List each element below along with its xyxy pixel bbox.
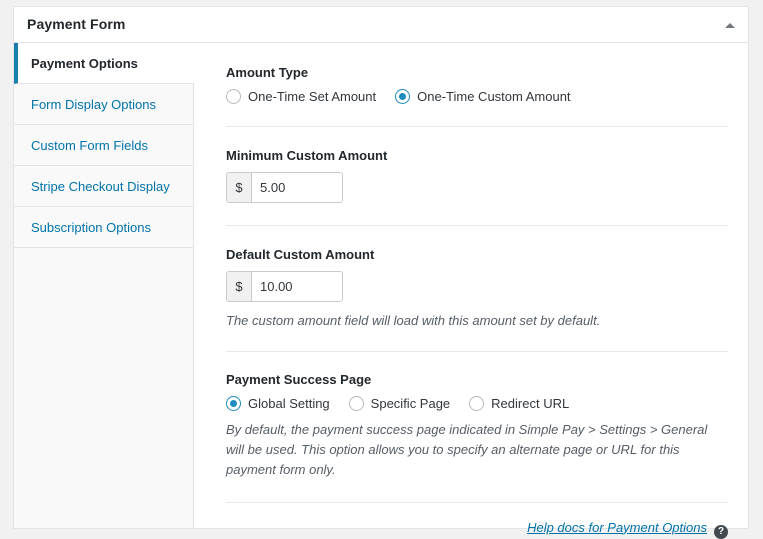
default-custom-amount-input[interactable] bbox=[252, 272, 342, 301]
default-custom-amount-heading: Default Custom Amount bbox=[226, 247, 728, 262]
radio-indicator[interactable] bbox=[226, 396, 241, 411]
radio-indicator[interactable] bbox=[226, 89, 241, 104]
currency-symbol-addon: $ bbox=[227, 173, 252, 202]
metabox-body: Payment Options Form Display Options Cus… bbox=[14, 43, 748, 528]
radio-label: One-Time Custom Amount bbox=[417, 89, 570, 104]
radio-one-time-set-amount[interactable]: One-Time Set Amount bbox=[226, 89, 376, 104]
radio-specific-page[interactable]: Specific Page bbox=[349, 396, 451, 411]
default-custom-amount-section: Default Custom Amount $ The custom amoun… bbox=[194, 226, 748, 331]
question-mark-icon[interactable]: ? bbox=[714, 525, 728, 539]
sidebar-item-form-display-options[interactable]: Form Display Options bbox=[14, 84, 193, 125]
payment-form-metabox: Payment Form Payment Options Form Displa… bbox=[13, 6, 749, 529]
amount-type-heading: Amount Type bbox=[226, 65, 728, 80]
sidebar-item-stripe-checkout-display[interactable]: Stripe Checkout Display bbox=[14, 166, 193, 207]
metabox-header: Payment Form bbox=[14, 7, 748, 43]
caret-up-icon bbox=[725, 23, 735, 28]
payment-success-page-help-text: By default, the payment success page ind… bbox=[226, 420, 728, 480]
payment-success-page-heading: Payment Success Page bbox=[226, 372, 728, 387]
sidebar-item-label: Payment Options bbox=[31, 56, 138, 71]
radio-global-setting[interactable]: Global Setting bbox=[226, 396, 330, 411]
sidebar-item-subscription-options[interactable]: Subscription Options bbox=[14, 207, 193, 248]
settings-sidebar: Payment Options Form Display Options Cus… bbox=[14, 43, 194, 528]
sidebar-item-payment-options[interactable]: Payment Options bbox=[14, 43, 194, 84]
radio-label: Specific Page bbox=[371, 396, 451, 411]
sidebar-item-custom-form-fields[interactable]: Custom Form Fields bbox=[14, 125, 193, 166]
help-docs-link[interactable]: Help docs for Payment Options bbox=[527, 520, 707, 535]
amount-type-section: Amount Type One-Time Set Amount One-Time… bbox=[194, 43, 748, 104]
sidebar-item-label: Subscription Options bbox=[31, 220, 151, 235]
page-title: Payment Form bbox=[27, 16, 125, 32]
collapse-toggle-button[interactable] bbox=[712, 7, 748, 42]
payment-success-page-section: Payment Success Page Global Setting Spec… bbox=[194, 352, 748, 480]
minimum-custom-amount-input[interactable] bbox=[252, 173, 342, 202]
default-custom-amount-help-text: The custom amount field will load with t… bbox=[226, 311, 728, 331]
currency-symbol-addon: $ bbox=[227, 272, 252, 301]
radio-indicator[interactable] bbox=[349, 396, 364, 411]
radio-label: One-Time Set Amount bbox=[248, 89, 376, 104]
payment-success-page-radio-group: Global Setting Specific Page Redirect UR… bbox=[226, 396, 728, 411]
sidebar-item-label: Stripe Checkout Display bbox=[31, 179, 170, 194]
radio-redirect-url[interactable]: Redirect URL bbox=[469, 396, 569, 411]
settings-content-panel: Amount Type One-Time Set Amount One-Time… bbox=[194, 43, 748, 528]
default-custom-amount-input-group: $ bbox=[226, 271, 343, 302]
amount-type-radio-group: One-Time Set Amount One-Time Custom Amou… bbox=[226, 89, 728, 104]
sidebar-item-label: Form Display Options bbox=[31, 97, 156, 112]
content-footer: Help docs for Payment Options? bbox=[194, 503, 748, 539]
radio-label: Global Setting bbox=[248, 396, 330, 411]
radio-indicator[interactable] bbox=[395, 89, 410, 104]
minimum-custom-amount-input-group: $ bbox=[226, 172, 343, 203]
sidebar-item-label: Custom Form Fields bbox=[31, 138, 148, 153]
minimum-custom-amount-heading: Minimum Custom Amount bbox=[226, 148, 728, 163]
radio-one-time-custom-amount[interactable]: One-Time Custom Amount bbox=[395, 89, 570, 104]
radio-label: Redirect URL bbox=[491, 396, 569, 411]
radio-indicator[interactable] bbox=[469, 396, 484, 411]
minimum-custom-amount-section: Minimum Custom Amount $ bbox=[194, 127, 748, 203]
